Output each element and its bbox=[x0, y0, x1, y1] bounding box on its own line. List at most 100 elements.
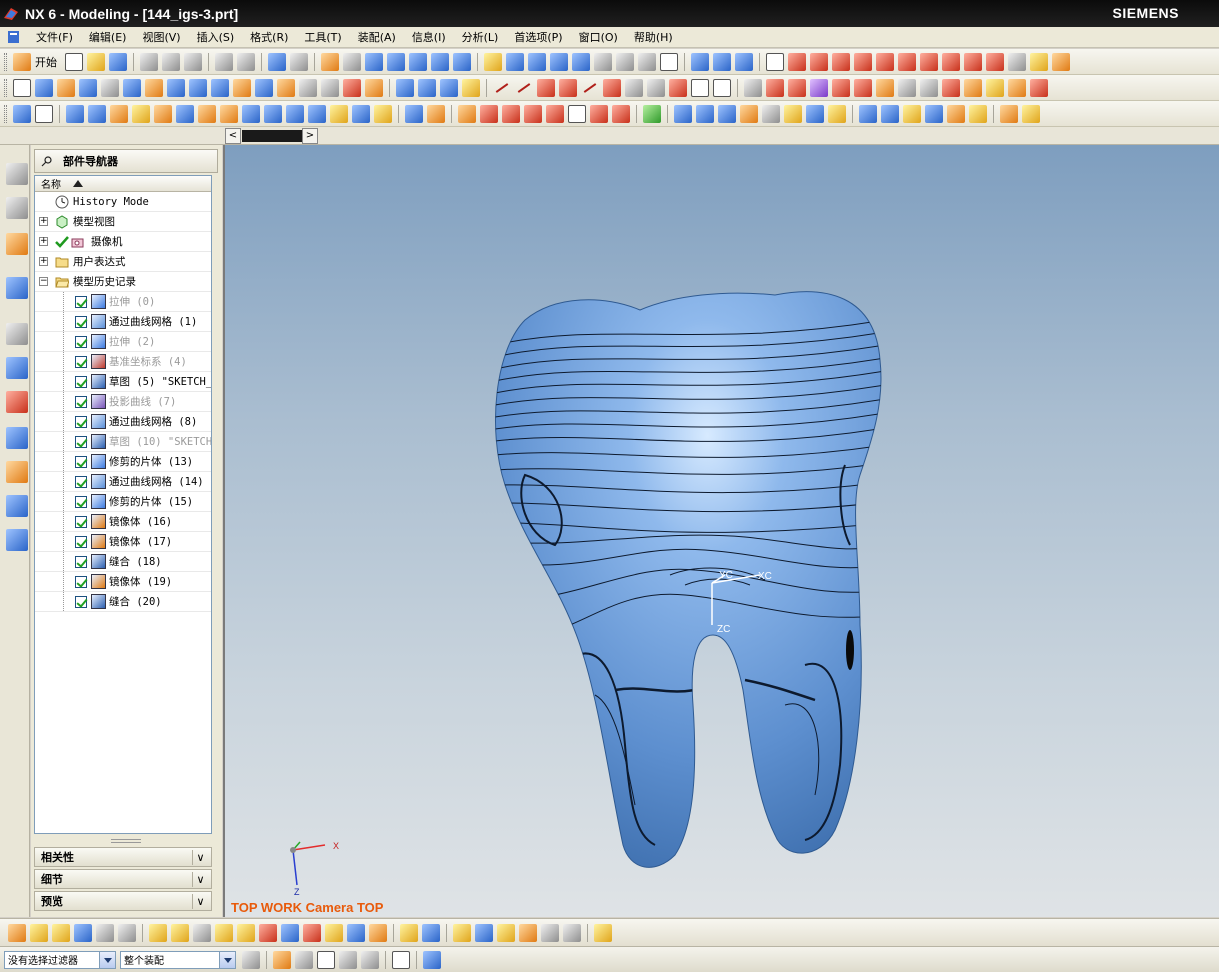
feature-visibility-checkbox[interactable] bbox=[75, 595, 87, 608]
rectangle-icon[interactable] bbox=[691, 78, 709, 97]
3d-select-icon[interactable] bbox=[423, 950, 441, 969]
feature-row[interactable]: 镜像体 (16) bbox=[35, 512, 211, 532]
sphere-icon[interactable] bbox=[462, 78, 480, 97]
chamfer-icon[interactable] bbox=[277, 78, 295, 97]
boss-icon[interactable] bbox=[145, 78, 163, 97]
arc-icon[interactable] bbox=[515, 79, 533, 97]
feature-visibility-checkbox[interactable] bbox=[75, 295, 87, 308]
chevron-down-icon[interactable] bbox=[99, 951, 115, 968]
stretch-icon[interactable] bbox=[590, 104, 608, 123]
curve-length-icon[interactable] bbox=[502, 104, 520, 123]
chevron-down-icon[interactable]: ∨ bbox=[192, 894, 208, 909]
rotate-icon[interactable] bbox=[409, 52, 427, 71]
patch-icon[interactable] bbox=[154, 104, 172, 123]
law-curve-icon[interactable] bbox=[832, 78, 850, 97]
circle-icon[interactable] bbox=[537, 78, 555, 97]
commands-icon[interactable] bbox=[594, 923, 612, 942]
intersection-point-icon[interactable] bbox=[876, 52, 894, 71]
feature-visibility-checkbox[interactable] bbox=[75, 495, 87, 508]
intersect-curve-icon[interactable] bbox=[788, 78, 806, 97]
shaded-with-edges-icon[interactable] bbox=[506, 52, 524, 71]
spline-icon[interactable] bbox=[581, 79, 599, 97]
end-point-icon[interactable] bbox=[810, 52, 828, 71]
x-form-icon[interactable] bbox=[458, 104, 476, 123]
translucency-icon[interactable] bbox=[541, 923, 559, 942]
feature-row[interactable]: 草图 (10) "SKETCH bbox=[35, 432, 211, 452]
bounded-grid-icon[interactable] bbox=[1008, 52, 1026, 71]
feature-row[interactable]: 通过曲线网格 (14) bbox=[35, 472, 211, 492]
shaded-boundary-icon[interactable] bbox=[1000, 104, 1018, 123]
change-stiffness-icon[interactable] bbox=[784, 104, 802, 123]
fit-icon[interactable] bbox=[321, 52, 339, 71]
system-scenes-icon[interactable] bbox=[6, 495, 28, 517]
cylinder-icon[interactable] bbox=[418, 78, 436, 97]
analysis-surface-icon[interactable] bbox=[643, 104, 661, 123]
measure-angle-icon[interactable] bbox=[369, 923, 387, 942]
open-file-icon[interactable] bbox=[87, 52, 105, 71]
datum-plane-icon[interactable] bbox=[35, 104, 53, 123]
arc-center-icon[interactable] bbox=[898, 52, 916, 71]
wrap-curve-icon[interactable] bbox=[986, 78, 1004, 97]
nx-app-icon[interactable] bbox=[3, 6, 19, 22]
sweep-icon[interactable] bbox=[79, 78, 97, 97]
measure-distance-icon[interactable] bbox=[347, 923, 365, 942]
control-point-icon[interactable] bbox=[854, 52, 872, 71]
toolbar-grip[interactable] bbox=[4, 78, 7, 97]
history-icon[interactable] bbox=[6, 323, 28, 345]
palette-icon[interactable] bbox=[6, 391, 28, 413]
menu-window[interactable]: 窗口(O) bbox=[571, 29, 626, 45]
cone-icon[interactable] bbox=[440, 78, 458, 97]
instance-icon[interactable] bbox=[242, 104, 260, 123]
pan-icon[interactable] bbox=[431, 52, 449, 71]
menu-insert[interactable]: 插入(S) bbox=[189, 29, 243, 45]
web-browser-icon[interactable] bbox=[6, 277, 28, 299]
chevron-down-icon[interactable] bbox=[219, 951, 235, 968]
menu-analysis[interactable]: 分析(L) bbox=[454, 29, 507, 45]
tree-node-cameras[interactable]: + 摄像机 bbox=[35, 232, 211, 252]
feature-row[interactable]: 草图 (5) "SKETCH_ bbox=[35, 372, 211, 392]
wireframe-icon[interactable] bbox=[550, 52, 568, 71]
feature-visibility-checkbox[interactable] bbox=[75, 395, 87, 408]
copy-icon[interactable] bbox=[162, 52, 180, 71]
object-display-icon[interactable] bbox=[149, 923, 167, 942]
selection-filter-icon[interactable] bbox=[766, 52, 784, 71]
existing-point-icon[interactable] bbox=[942, 52, 960, 71]
feature-row[interactable]: 投影曲线 (7) bbox=[35, 392, 211, 412]
visualization-icon[interactable] bbox=[6, 529, 28, 551]
offset-face-icon[interactable] bbox=[176, 104, 194, 123]
pocket-icon[interactable] bbox=[167, 78, 185, 97]
feature-row[interactable]: 拉伸 (0) bbox=[35, 292, 211, 312]
edit-object-display-icon[interactable] bbox=[171, 923, 189, 942]
block-icon[interactable] bbox=[396, 78, 414, 97]
point-icon[interactable] bbox=[603, 78, 621, 97]
menu-help[interactable]: 帮助(H) bbox=[626, 29, 681, 45]
thicken-icon[interactable] bbox=[198, 104, 216, 123]
sketch-icon[interactable] bbox=[13, 78, 31, 97]
attributes-icon[interactable] bbox=[303, 923, 321, 942]
scroll-left-button[interactable]: < bbox=[225, 128, 241, 144]
zoom-icon[interactable] bbox=[365, 52, 383, 71]
line-icon[interactable] bbox=[493, 79, 511, 97]
capture-view-icon[interactable] bbox=[475, 923, 493, 942]
move-to-layer-icon[interactable] bbox=[52, 923, 70, 942]
shell-icon[interactable] bbox=[299, 78, 317, 97]
sew-icon[interactable] bbox=[132, 104, 150, 123]
expression-icon[interactable] bbox=[237, 923, 255, 942]
move-pole-icon[interactable] bbox=[696, 104, 714, 123]
snap-point-icon[interactable] bbox=[788, 52, 806, 71]
offset-curve-icon[interactable] bbox=[766, 78, 784, 97]
toolbar-grip[interactable] bbox=[4, 104, 7, 123]
global-shaping-icon[interactable] bbox=[859, 104, 877, 123]
mirror-feature-icon[interactable] bbox=[220, 104, 238, 123]
isoparametric-icon[interactable] bbox=[1008, 78, 1026, 97]
cut-icon[interactable] bbox=[140, 52, 158, 71]
analysis-icon[interactable] bbox=[1052, 52, 1070, 71]
point-on-face-icon[interactable] bbox=[986, 52, 1004, 71]
feature-row[interactable]: 基准坐标系 (4) bbox=[35, 352, 211, 372]
hide-icon[interactable] bbox=[118, 923, 136, 942]
type-filter-select[interactable]: 没有选择过滤器 bbox=[4, 950, 116, 969]
snap-settings-icon[interactable] bbox=[273, 950, 291, 969]
save-icon[interactable] bbox=[109, 52, 127, 71]
split-body-icon[interactable] bbox=[365, 78, 383, 97]
feature-visibility-checkbox[interactable] bbox=[75, 435, 87, 448]
